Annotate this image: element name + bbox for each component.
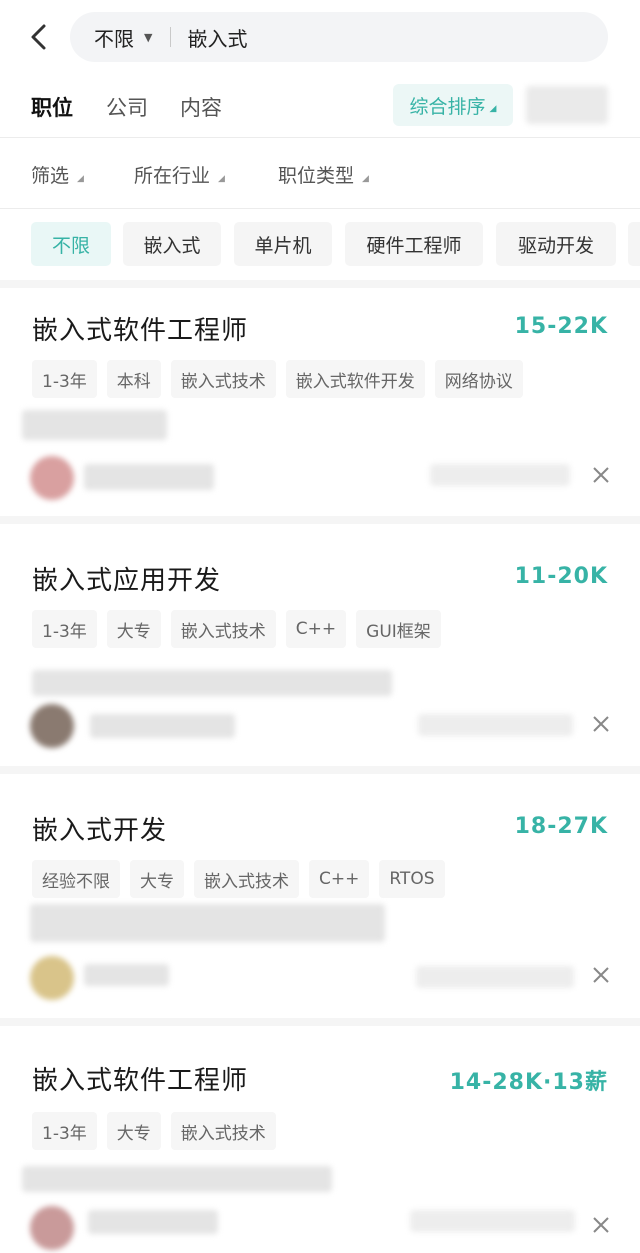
job-salary: 18-27K: [514, 814, 608, 839]
company-info: [32, 670, 392, 696]
search-query[interactable]: 嵌入式: [187, 23, 247, 52]
close-icon[interactable]: [590, 1214, 612, 1236]
close-icon[interactable]: [590, 964, 612, 986]
tab-jobs[interactable]: 职位: [31, 92, 73, 122]
filter-industry[interactable]: 所在行业 ◢: [134, 161, 225, 188]
job-tag: 本科: [106, 360, 161, 398]
chip-embedded[interactable]: 嵌入式: [123, 222, 221, 266]
scope-label: 不限: [94, 26, 134, 51]
search-bar: 不限 ▼ 嵌入式: [0, 0, 640, 74]
job-tag: 嵌入式技术: [170, 610, 276, 648]
recruiter-avatar: [30, 956, 74, 1000]
filter-triangle-icon: ◢: [218, 173, 225, 184]
job-location: [430, 464, 570, 486]
chip-hardware-engineer[interactable]: 硬件工程师: [345, 222, 483, 266]
filter-label: 所在行业: [134, 165, 211, 187]
back-arrow-icon[interactable]: [22, 20, 56, 54]
chip-mcu[interactable]: 单片机: [234, 222, 332, 266]
job-tag: 嵌入式技术: [170, 1112, 276, 1150]
divider: [170, 27, 172, 47]
job-tags: 1-3年 本科 嵌入式技术 嵌入式软件开发 网络协议: [32, 360, 523, 398]
job-tags: 1-3年 大专 嵌入式技术 C++ GUI框架: [32, 610, 441, 648]
job-tag: C++: [309, 860, 370, 898]
job-card[interactable]: 嵌入式应用开发 11-20K 1-3年 大专 嵌入式技术 C++ GUI框架: [0, 524, 640, 766]
job-card[interactable]: 嵌入式软件工程师 14-28K·13薪 1-3年 大专 嵌入式技术: [0, 1026, 640, 1253]
job-card[interactable]: 嵌入式软件工程师 15-22K 1-3年 本科 嵌入式技术 嵌入式软件开发 网络…: [0, 288, 640, 516]
job-title: 嵌入式开发: [32, 816, 168, 846]
recruiter-name: [84, 964, 169, 986]
job-tag: 1-3年: [32, 1112, 97, 1150]
company-info: [30, 904, 385, 942]
job-title: 嵌入式软件工程师: [32, 316, 249, 346]
city-selector[interactable]: [526, 86, 608, 124]
job-tag: 1-3年: [32, 610, 97, 648]
tab-content[interactable]: 内容: [180, 92, 222, 122]
filter-bar: 筛选 ◢ 所在行业 ◢ 职位类型 ◢: [0, 139, 640, 209]
card-separator: [0, 516, 640, 524]
card-separator: [0, 766, 640, 774]
filter-triangle-icon: ◢: [77, 173, 84, 184]
filter-triangle-icon: ◢: [362, 173, 369, 184]
job-tag: 嵌入式技术: [194, 860, 299, 898]
job-card[interactable]: 嵌入式开发 18-27K 经验不限 大专 嵌入式技术 C++ RTOS: [0, 774, 640, 1018]
sort-triangle-icon: ◢: [489, 104, 497, 114]
recruiter-name: [88, 1210, 218, 1234]
close-icon[interactable]: [590, 464, 612, 486]
job-title: 嵌入式应用开发: [32, 566, 222, 596]
sort-label: 综合排序: [409, 95, 486, 118]
chip-any[interactable]: 不限: [31, 222, 111, 266]
recruiter-avatar: [30, 704, 74, 748]
recruiter-avatar: [30, 456, 74, 500]
job-tag: 网络协议: [434, 360, 523, 398]
company-info: [22, 410, 167, 440]
job-tag: 大专: [106, 610, 161, 648]
recruiter-name: [84, 464, 214, 490]
job-tag: RTOS: [379, 860, 445, 898]
chip-more[interactable]: [628, 222, 640, 266]
filter-screen[interactable]: 筛选 ◢: [31, 161, 84, 188]
close-icon[interactable]: [590, 713, 612, 735]
tab-companies[interactable]: 公司: [106, 92, 148, 122]
job-location: [418, 714, 573, 736]
job-tag: 大专: [130, 860, 184, 898]
job-salary: 11-20K: [514, 564, 608, 589]
filter-label: 职位类型: [278, 165, 355, 187]
job-tag: 嵌入式技术: [170, 360, 276, 398]
keyword-chips: 不限 嵌入式 单片机 硬件工程师 驱动开发: [0, 210, 640, 288]
job-tag: 经验不限: [32, 860, 120, 898]
job-tag: GUI框架: [356, 610, 441, 648]
dropdown-triangle-icon: ▼: [144, 30, 153, 44]
company-info: [22, 1166, 332, 1192]
job-salary: 14-28K·13薪: [449, 1070, 608, 1095]
job-tag: C++: [285, 610, 347, 648]
job-title: 嵌入式软件工程师: [32, 1066, 249, 1096]
job-location: [410, 1210, 575, 1232]
sort-button[interactable]: 综合排序 ◢: [393, 84, 513, 126]
job-tags: 经验不限 大专 嵌入式技术 C++ RTOS: [32, 860, 445, 898]
chip-driver-dev[interactable]: 驱动开发: [496, 222, 616, 266]
card-separator: [0, 1018, 640, 1026]
job-tag: 大专: [106, 1112, 161, 1150]
filter-label: 筛选: [31, 165, 70, 187]
recruiter-name: [90, 714, 235, 738]
job-tag: 1-3年: [32, 360, 97, 398]
job-tag: 嵌入式软件开发: [285, 360, 425, 398]
recruiter-avatar: [30, 1206, 74, 1250]
scope-dropdown[interactable]: 不限 ▼: [94, 23, 152, 52]
job-tags: 1-3年 大专 嵌入式技术: [32, 1112, 276, 1150]
filter-job-type[interactable]: 职位类型 ◢: [278, 161, 369, 188]
search-input[interactable]: 不限 ▼ 嵌入式: [70, 12, 608, 62]
job-location: [416, 966, 574, 988]
job-salary: 15-22K: [514, 314, 608, 339]
